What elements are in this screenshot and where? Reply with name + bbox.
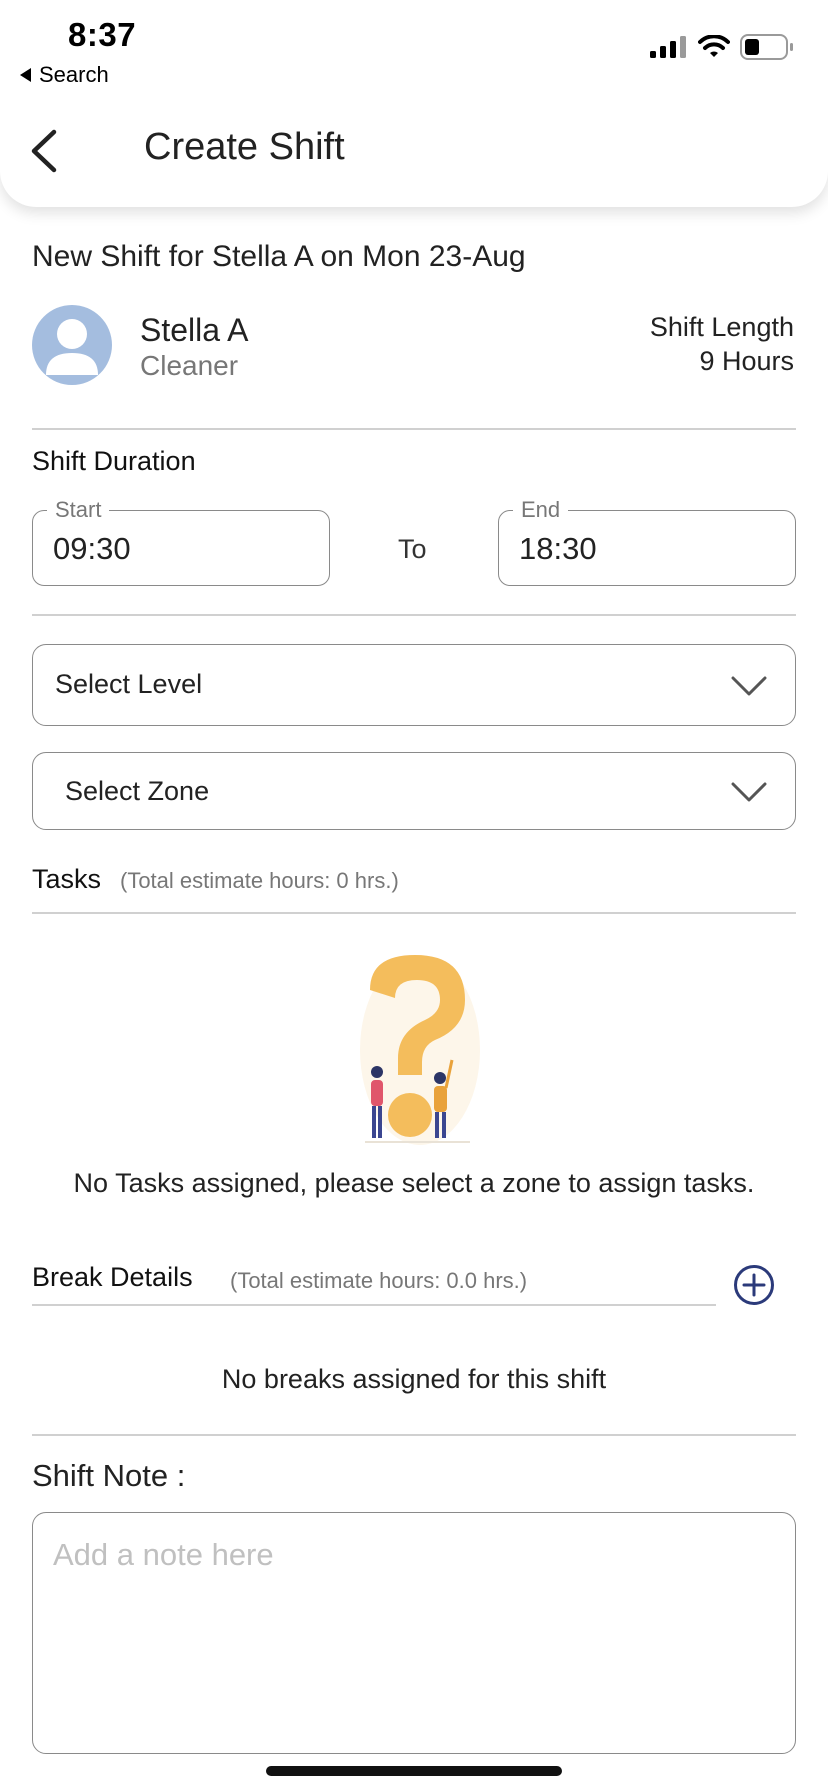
divider [32, 912, 796, 914]
shift-duration-title: Shift Duration [32, 446, 196, 476]
select-level-dropdown[interactable]: Select Level [32, 644, 796, 726]
shift-subtitle: New Shift for Stella A on Mon 23-Aug [32, 240, 526, 273]
end-time-field[interactable]: End 18:30 [498, 497, 796, 586]
battery-icon [740, 34, 793, 60]
chevron-down-icon [731, 782, 767, 802]
no-tasks-message: No Tasks assigned, please select a zone … [73, 1168, 755, 1198]
chevron-left-icon[interactable] [26, 128, 66, 174]
break-estimate: (Total estimate hours: 0.0 hrs.) [230, 1268, 528, 1293]
status-back-label: Search [39, 62, 109, 87]
avatar [32, 305, 112, 385]
break-details-title: Break Details [32, 1262, 193, 1292]
home-indicator [266, 1766, 562, 1776]
select-level-label: Select Level [55, 669, 203, 699]
shift-note-label: Shift Note : [32, 1458, 186, 1493]
start-time-field[interactable]: Start 09:30 [32, 497, 330, 586]
plus-circle-icon[interactable] [733, 1264, 775, 1306]
user-icon [46, 319, 98, 375]
shift-length-value: 9 Hours [699, 346, 794, 376]
tasks-estimate: (Total estimate hours: 0 hrs.) [120, 868, 399, 893]
select-zone-label: Select Zone [65, 776, 210, 806]
status-time: 8:37 [68, 16, 137, 53]
divider [32, 1434, 796, 1436]
employee-name: Stella A [140, 312, 249, 348]
question-mark-illustration [360, 955, 480, 1145]
status-back-link[interactable]: Search [20, 62, 109, 88]
end-label: End [513, 497, 569, 523]
divider [32, 428, 796, 430]
no-breaks-message: No breaks assigned for this shift [221, 1364, 607, 1394]
page-title: Create Shift [144, 126, 345, 168]
signal-icon [650, 36, 686, 58]
chevron-down-icon [731, 676, 767, 696]
employee-role: Cleaner [140, 350, 239, 381]
select-zone-dropdown[interactable]: Select Zone [32, 752, 796, 830]
start-value: 09:30 [53, 531, 131, 566]
status-icons [650, 34, 794, 60]
start-label: Start [47, 497, 110, 523]
divider [32, 1304, 716, 1306]
divider [32, 614, 796, 616]
to-label: To [398, 534, 427, 564]
tasks-title: Tasks [32, 864, 102, 894]
shift-length-label: Shift Length [649, 312, 794, 342]
end-value: 18:30 [519, 531, 597, 566]
wifi-icon [698, 35, 730, 57]
shift-note-input[interactable] [32, 1512, 796, 1754]
back-triangle-icon [20, 68, 31, 82]
